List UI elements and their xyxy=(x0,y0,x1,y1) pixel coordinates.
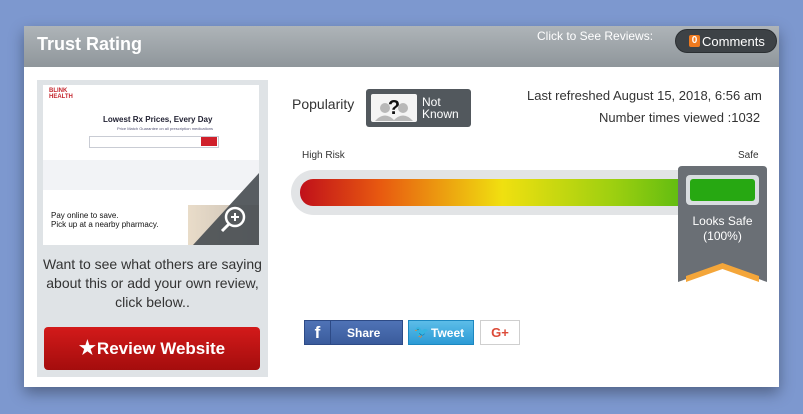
zoom-in-icon[interactable] xyxy=(193,173,259,245)
svg-text:?: ? xyxy=(388,97,400,119)
card-title: Trust Rating xyxy=(37,34,143,54)
thumbnail-search-box xyxy=(89,136,219,148)
comments-count-badge: 0 xyxy=(689,35,700,47)
thumbnail-headline: Lowest Rx Prices, Every Day xyxy=(103,115,213,124)
facebook-share-button[interactable]: f Share xyxy=(304,320,403,345)
comments-label: Comments xyxy=(702,33,765,49)
facebook-share-label: Share xyxy=(347,326,381,340)
review-website-button[interactable]: ★ Review Website xyxy=(44,327,260,370)
thumbnail-promo-line2: Pick up at a nearby pharmacy. xyxy=(51,220,159,229)
popularity-label: Popularity xyxy=(292,96,355,112)
meter-status-line1: Looks Safe xyxy=(692,214,753,228)
google-plus-button[interactable]: G+ xyxy=(480,320,520,345)
popularity-value: Not Known xyxy=(422,96,459,120)
thumbnail-logo: BLINK HEALTH xyxy=(49,88,73,100)
times-viewed: Number times viewed :1032 xyxy=(599,110,761,125)
website-preview-panel: BLINK HEALTH Lowest Rx Prices, Every Day… xyxy=(37,80,268,377)
trust-rating-card: Trust Rating Click to See Reviews: 0 Com… xyxy=(24,26,779,387)
website-thumbnail[interactable]: BLINK HEALTH Lowest Rx Prices, Every Day… xyxy=(43,85,259,245)
card-header: Trust Rating Click to See Reviews: 0 Com… xyxy=(24,26,779,67)
twitter-bird-icon: 🐦 xyxy=(414,325,429,339)
meter-high-label: Safe xyxy=(738,150,759,161)
thumbnail-subtext: Price Match Guarantee on all prescriptio… xyxy=(117,126,214,131)
reviews-hint: Click to See Reviews: xyxy=(537,29,654,43)
thumbnail-search-button xyxy=(201,137,217,146)
meter-status-line2: (100%) xyxy=(703,229,742,243)
twitter-tweet-button[interactable]: 🐦 Tweet xyxy=(408,320,474,345)
star-icon: ★ xyxy=(78,338,96,359)
unknown-person-icon: ? xyxy=(371,94,417,122)
last-refreshed: Last refreshed August 15, 2018, 6:56 am xyxy=(527,88,762,103)
twitter-tweet-label: Tweet xyxy=(431,326,465,340)
facebook-icon: f xyxy=(305,321,331,344)
meter-low-label: High Risk xyxy=(302,150,345,161)
popularity-value-line2: Known xyxy=(422,107,459,121)
thumbnail-promo-line1: Pay online to save. xyxy=(51,211,119,220)
popularity-badge: ? Not Known xyxy=(366,89,471,127)
review-button-label: Review Website xyxy=(96,338,226,358)
review-prompt-text: Want to see what others are saying about… xyxy=(43,256,262,310)
comments-button[interactable]: 0 Comments xyxy=(675,29,777,53)
meter-status: Looks Safe (100%) xyxy=(678,214,767,244)
